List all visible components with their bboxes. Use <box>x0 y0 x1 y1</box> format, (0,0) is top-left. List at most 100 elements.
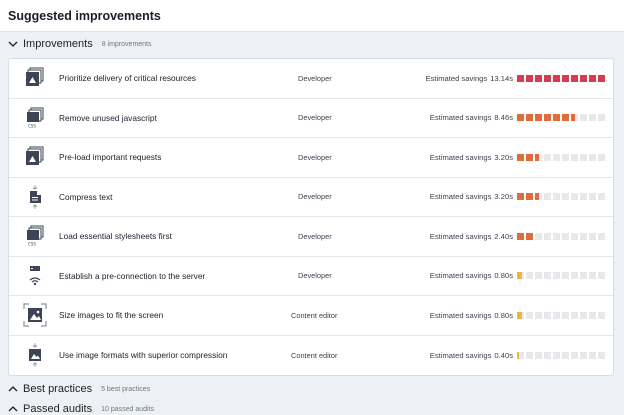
improvement-row[interactable]: Establish a pre-connection to the server… <box>9 257 613 296</box>
meter-segment <box>553 311 560 319</box>
meter-segment <box>526 351 533 359</box>
improvement-title: Load essential stylesheets first <box>59 231 172 242</box>
meter-segment <box>544 74 551 82</box>
stacked-image-icon <box>20 142 50 172</box>
meter-segment <box>598 311 605 319</box>
meter-segment <box>562 311 569 319</box>
improvement-title: Size images to fit the screen <box>59 310 164 321</box>
estimated-savings: Estimated savings 0.80s <box>430 271 605 280</box>
savings-label: Estimated savings <box>429 152 492 162</box>
meter-segment <box>526 114 533 122</box>
savings-meter <box>517 74 605 82</box>
meter-segment <box>517 311 524 319</box>
meter-segment <box>580 232 587 240</box>
meter-segment <box>589 74 596 82</box>
meter-segment <box>571 232 578 240</box>
meter-segment <box>580 193 587 201</box>
meter-segment <box>598 153 605 161</box>
meter-segment <box>544 153 551 161</box>
estimated-savings: Estimated savings 0.80s <box>430 311 605 320</box>
savings-value: 3.20s <box>494 192 513 202</box>
meter-segment <box>553 74 560 82</box>
improvement-title: Use image formats with superior compress… <box>59 350 228 361</box>
savings-value: 13.14s <box>490 73 513 83</box>
meter-segment <box>526 272 533 280</box>
improvements-list: Prioritize delivery of critical resource… <box>8 58 614 376</box>
improvement-row[interactable]: CSS Remove unused javascript Developer Esti… <box>9 99 613 138</box>
meter-segment <box>535 74 542 82</box>
compress-document-icon <box>20 182 50 212</box>
meter-segment <box>535 351 542 359</box>
svg-text:CSS: CSS <box>28 123 36 128</box>
meter-segment <box>517 153 524 161</box>
meter-segment <box>571 311 578 319</box>
meter-segment <box>580 74 587 82</box>
meter-segment <box>598 74 605 82</box>
resize-image-icon <box>20 300 50 330</box>
improvement-row[interactable]: Compress text Developer Estimated savings 3… <box>9 178 613 217</box>
meter-segment <box>553 232 560 240</box>
improvement-row[interactable]: Prioritize delivery of critical resource… <box>9 59 613 99</box>
savings-value: 8.46s <box>494 113 513 123</box>
meter-segment <box>553 272 560 280</box>
meter-segment <box>589 153 596 161</box>
meter-segment <box>571 193 578 201</box>
meter-segment <box>517 232 524 240</box>
savings-meter <box>517 311 605 319</box>
meter-segment <box>580 351 587 359</box>
savings-meter <box>517 272 605 280</box>
meter-segment <box>517 351 524 359</box>
meter-segment <box>571 153 578 161</box>
meter-segment <box>535 114 542 122</box>
savings-label: Estimated savings <box>429 350 492 360</box>
meter-segment <box>580 114 587 122</box>
meter-segment <box>562 74 569 82</box>
meter-segment <box>562 153 569 161</box>
savings-label: Estimated savings <box>429 231 492 241</box>
meter-segment <box>598 114 605 122</box>
savings-label: Estimated savings <box>429 192 492 202</box>
improvement-title: Remove unused javascript <box>59 112 157 123</box>
improvement-title: Compress text <box>59 191 113 202</box>
estimated-savings: Estimated savings 2.40s <box>430 232 605 241</box>
meter-segment <box>571 351 578 359</box>
meter-segment <box>580 153 587 161</box>
server-wifi-icon <box>20 261 50 291</box>
section-toggle-improvements[interactable]: Improvements 8 improvements <box>0 32 624 56</box>
improvement-row[interactable]: Pre-load important requests Developer Esti… <box>9 138 613 178</box>
improvement-row[interactable]: Size images to fit the screen Content edi… <box>9 296 613 336</box>
meter-segment <box>553 153 560 161</box>
page-title: Suggested improvements <box>8 9 161 23</box>
meter-segment <box>517 114 524 122</box>
meter-segment <box>517 193 524 201</box>
savings-value: 0.80s <box>494 310 513 320</box>
savings-value: 0.80s <box>494 271 513 281</box>
meter-segment <box>580 311 587 319</box>
improvement-row[interactable]: CSS Load essential stylesheets first Devel… <box>9 217 613 257</box>
meter-segment <box>535 193 542 201</box>
savings-meter <box>517 232 605 240</box>
meter-segment <box>598 193 605 201</box>
meter-segment <box>553 351 560 359</box>
section-toggle-best-practices[interactable]: Best practices 5 best practices <box>0 379 624 399</box>
section-count: 10 passed audits <box>101 405 155 413</box>
meter-segment <box>535 232 542 240</box>
meter-segment <box>589 351 596 359</box>
meter-segment <box>553 193 560 201</box>
meter-segment <box>598 351 605 359</box>
improvement-row[interactable]: Use image formats with superior compress… <box>9 336 613 376</box>
meter-segment <box>589 232 596 240</box>
savings-label: Estimated savings <box>429 310 492 320</box>
estimated-savings: Estimated savings 8.46s <box>430 113 605 122</box>
savings-label: Estimated savings <box>429 271 492 281</box>
improvement-title: Pre-load important requests <box>59 152 162 163</box>
estimated-savings: Estimated savings 13.14s <box>426 74 605 83</box>
section-toggle-passed-audits[interactable]: Passed audits 10 passed audits <box>0 399 624 415</box>
meter-segment <box>580 272 587 280</box>
css-files-icon: CSS <box>20 103 50 133</box>
meter-segment <box>526 153 533 161</box>
meter-segment <box>571 74 578 82</box>
meter-segment <box>562 193 569 201</box>
meter-segment <box>553 114 560 122</box>
meter-segment <box>562 114 569 122</box>
